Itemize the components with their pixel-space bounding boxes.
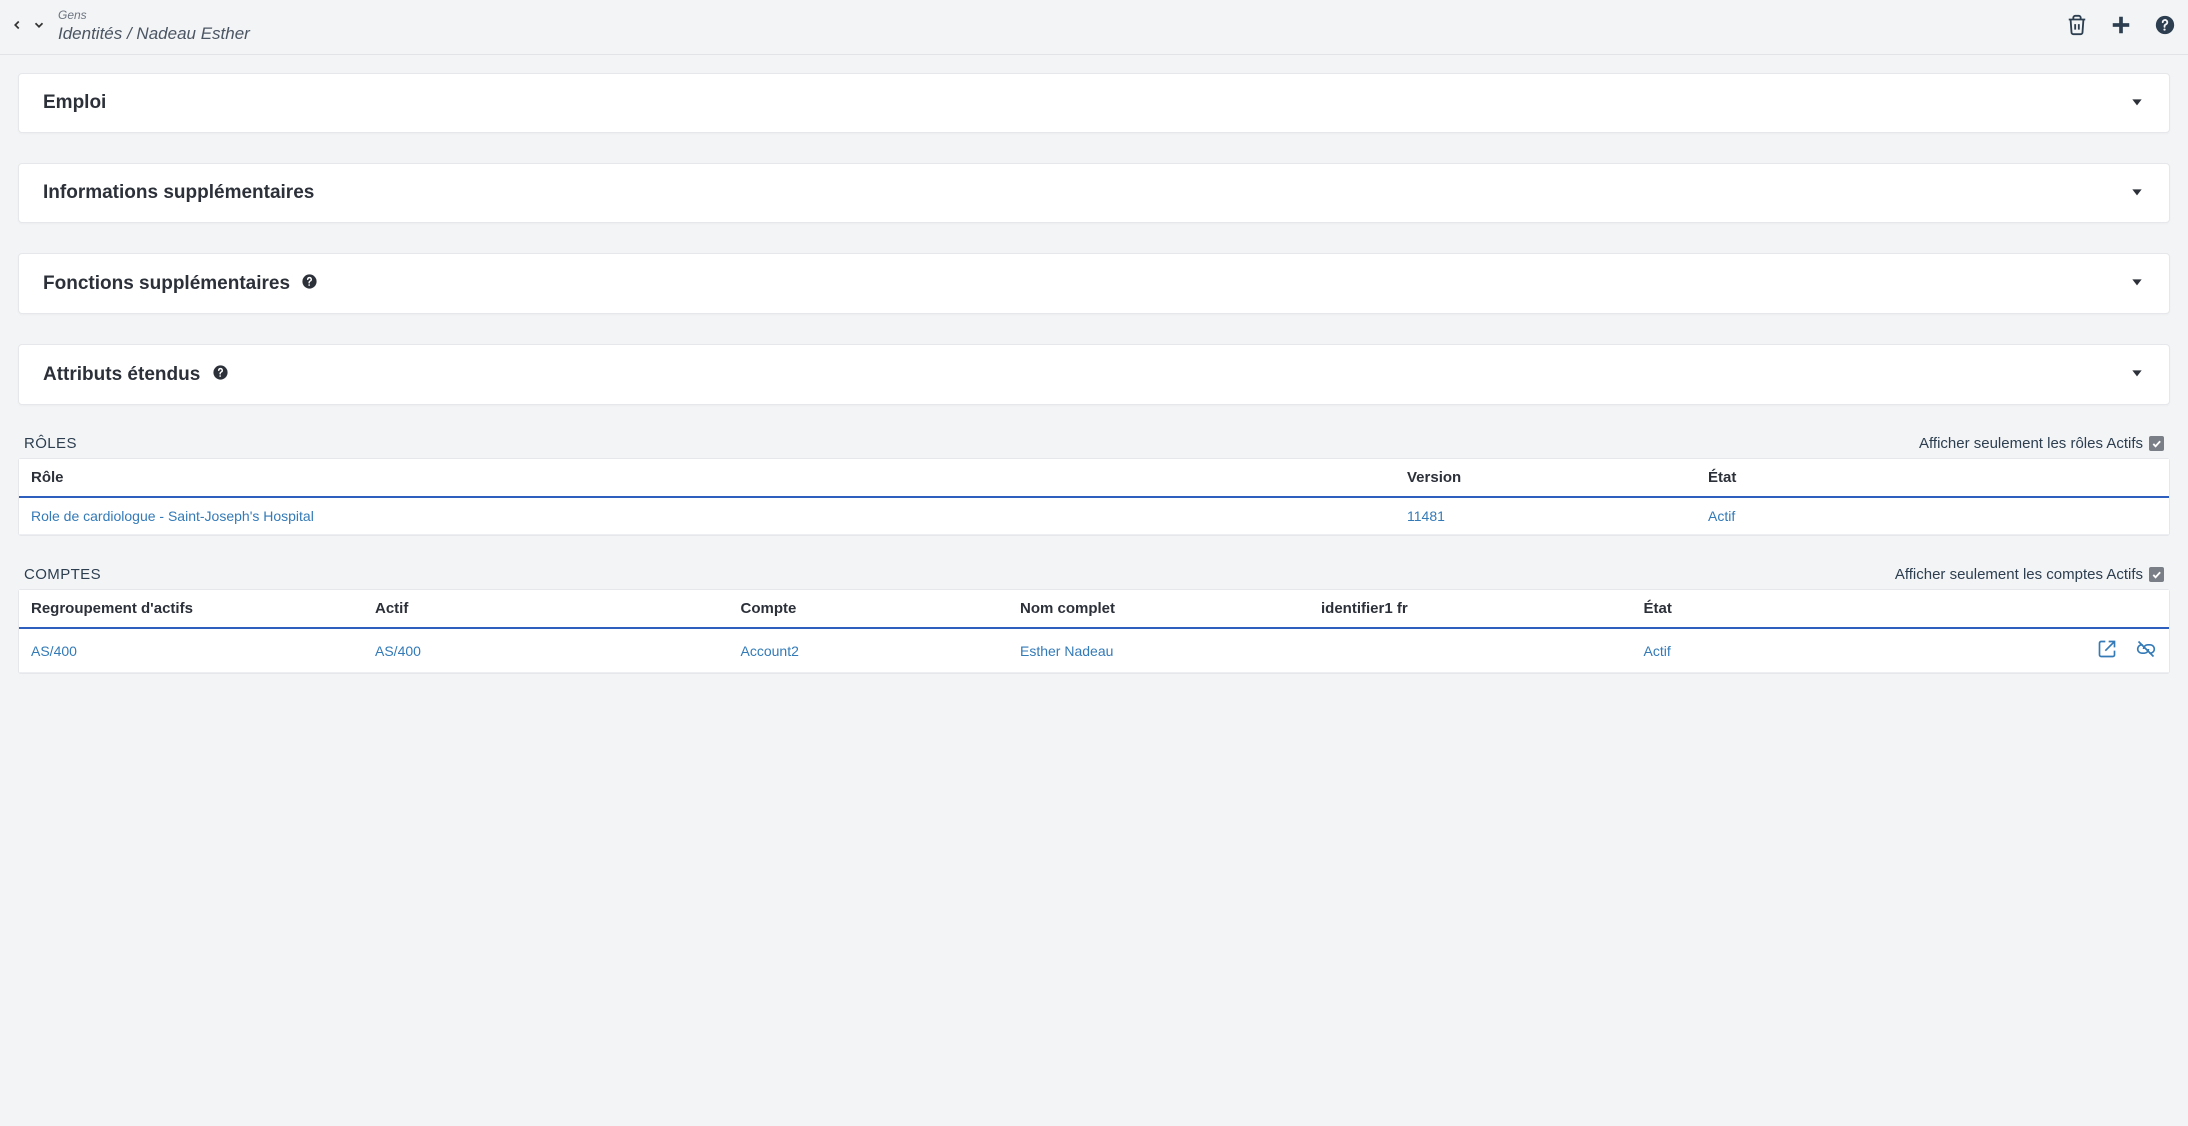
breadcrumb-category: Gens xyxy=(58,8,250,23)
cell-group[interactable]: AS/400 xyxy=(19,629,363,673)
caret-down-icon xyxy=(2129,365,2145,384)
cell-compte[interactable]: Account2 xyxy=(729,629,1009,673)
roles-filter-label: Afficher seulement les rôles Actifs xyxy=(1919,435,2143,452)
nav-icons xyxy=(8,16,48,37)
share-icon[interactable] xyxy=(2097,639,2117,662)
caret-down-icon xyxy=(2129,274,2145,293)
col-etat[interactable]: État xyxy=(1696,459,2169,498)
cell-actions xyxy=(1804,629,2170,673)
section-header-roles: RÔLES Afficher seulement les rôles Actif… xyxy=(18,435,2170,458)
help-icon[interactable] xyxy=(212,365,229,386)
comptes-filter-checkbox[interactable] xyxy=(2149,567,2164,582)
col-version[interactable]: Version xyxy=(1395,459,1696,498)
comptes-table: Regroupement d'actifs Actif Compte Nom c… xyxy=(18,589,2170,674)
roles-table: Rôle Version État Role de cardiologue - … xyxy=(18,458,2170,536)
panel-title: Emploi xyxy=(43,92,106,114)
section-header-comptes: COMPTES Afficher seulement les comptes A… xyxy=(18,566,2170,589)
roles-filter-checkbox[interactable] xyxy=(2149,436,2164,451)
cell-etat[interactable]: Actif xyxy=(1632,629,1804,673)
cell-ident xyxy=(1309,629,1632,673)
breadcrumb: Gens Identités / Nadeau Esther xyxy=(58,8,250,44)
col-actif[interactable]: Actif xyxy=(363,590,729,629)
header-actions xyxy=(2066,14,2176,39)
table-row[interactable]: Role de cardiologue - Saint-Joseph's Hos… xyxy=(19,498,2169,535)
section-roles: RÔLES Afficher seulement les rôles Actif… xyxy=(18,435,2170,536)
breadcrumb-path: Identités / Nadeau Esther xyxy=(58,23,250,44)
section-title: RÔLES xyxy=(24,435,77,452)
cell-nom[interactable]: Esther Nadeau xyxy=(1008,629,1309,673)
panel-fonctions: Fonctions supplémentaires xyxy=(18,253,2170,314)
comptes-filter: Afficher seulement les comptes Actifs xyxy=(1895,566,2164,583)
col-compte[interactable]: Compte xyxy=(729,590,1009,629)
panel-infos: Informations supplémentaires xyxy=(18,163,2170,223)
plus-icon[interactable] xyxy=(2110,14,2132,39)
table-row[interactable]: AS/400 AS/400 Account2 Esther Nadeau Act… xyxy=(19,629,2169,673)
section-comptes: COMPTES Afficher seulement les comptes A… xyxy=(18,566,2170,674)
col-actions xyxy=(1804,590,2170,629)
panel-title-text: Attributs étendus xyxy=(43,364,200,385)
col-nom[interactable]: Nom complet xyxy=(1008,590,1309,629)
panel-title-text: Fonctions supplémentaires xyxy=(43,273,290,294)
roles-filter: Afficher seulement les rôles Actifs xyxy=(1919,435,2164,452)
panel-title: Fonctions supplémentaires xyxy=(43,272,318,295)
trash-icon[interactable] xyxy=(2066,14,2088,39)
cell-role[interactable]: Role de cardiologue - Saint-Joseph's Hos… xyxy=(19,498,1395,535)
col-etat[interactable]: État xyxy=(1632,590,1804,629)
chevron-down-icon[interactable] xyxy=(30,16,48,37)
help-icon[interactable] xyxy=(301,274,318,295)
col-role[interactable]: Rôle xyxy=(19,459,1395,498)
panel-header-infos[interactable]: Informations supplémentaires xyxy=(19,164,2169,222)
caret-down-icon xyxy=(2129,94,2145,113)
panel-header-emploi[interactable]: Emploi xyxy=(19,74,2169,132)
col-group[interactable]: Regroupement d'actifs xyxy=(19,590,363,629)
panel-header-fonctions[interactable]: Fonctions supplémentaires xyxy=(19,254,2169,313)
panel-attributs: Attributs étendus xyxy=(18,344,2170,405)
panel-header-attributs[interactable]: Attributs étendus xyxy=(19,345,2169,404)
top-bar: Gens Identités / Nadeau Esther xyxy=(0,0,2188,55)
cell-actif[interactable]: AS/400 xyxy=(363,629,729,673)
section-title: COMPTES xyxy=(24,566,101,583)
help-icon[interactable] xyxy=(2154,14,2176,39)
col-ident[interactable]: identifier1 fr xyxy=(1309,590,1632,629)
panel-emploi: Emploi xyxy=(18,73,2170,133)
unlink-icon[interactable] xyxy=(2135,639,2157,662)
panel-title: Informations supplémentaires xyxy=(43,182,314,204)
comptes-filter-label: Afficher seulement les comptes Actifs xyxy=(1895,566,2143,583)
content-area: Emploi Informations supplémentaires Fonc… xyxy=(0,55,2188,722)
cell-version[interactable]: 11481 xyxy=(1395,498,1696,535)
back-icon[interactable] xyxy=(8,16,26,37)
cell-etat[interactable]: Actif xyxy=(1696,498,2169,535)
panel-title: Attributs étendus xyxy=(43,363,229,386)
caret-down-icon xyxy=(2129,184,2145,203)
